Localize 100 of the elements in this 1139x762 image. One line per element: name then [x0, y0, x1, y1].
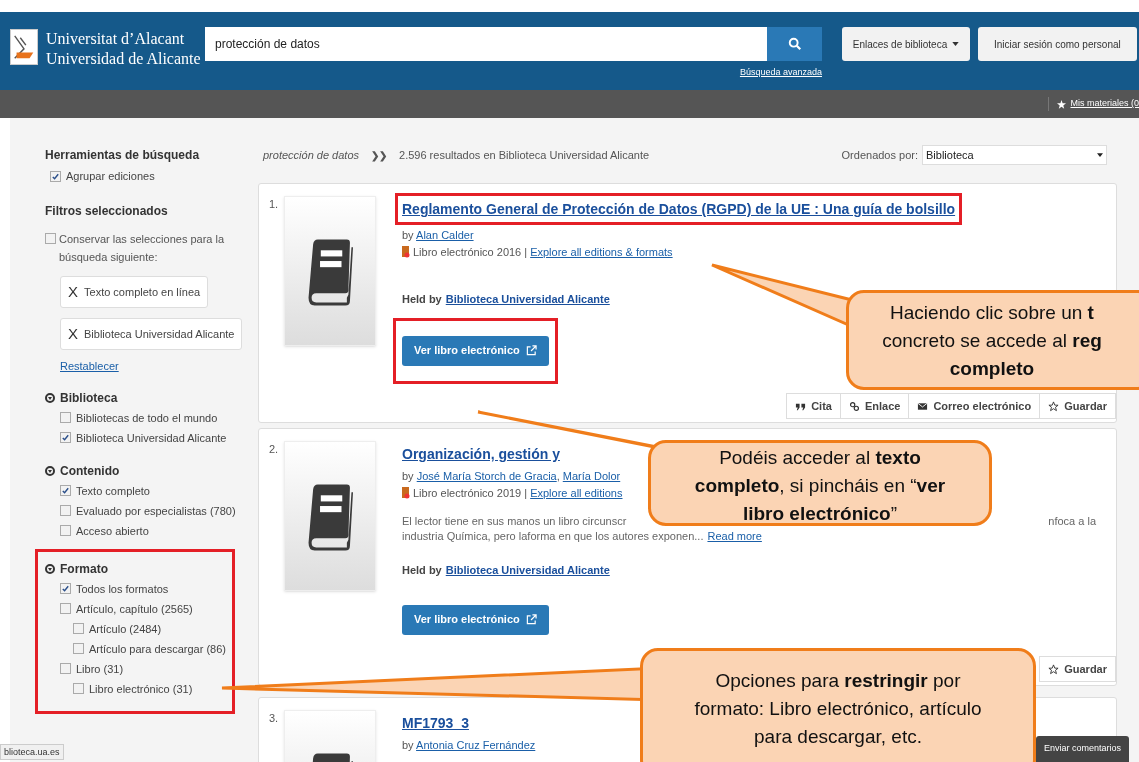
- result-number: 1.: [268, 197, 280, 212]
- checkbox-label: Texto completo: [76, 483, 150, 499]
- checkbox[interactable]: [60, 432, 71, 443]
- external-link-icon: [525, 614, 537, 625]
- my-materials-link[interactable]: Mis materiales (0: [1048, 97, 1139, 111]
- caret-icon: [952, 42, 960, 46]
- checkbox-label: Artículo para descargar (86): [89, 641, 226, 657]
- author-link[interactable]: José María Storch de Gracia: [416, 470, 557, 482]
- checkbox-label: Todos los formatos: [76, 581, 169, 597]
- status-url: blioteca.ua.es: [0, 744, 64, 760]
- facet-heading: Biblioteca: [60, 389, 118, 407]
- checkbox[interactable]: [73, 623, 84, 634]
- checkbox[interactable]: [60, 525, 71, 536]
- login-button[interactable]: Iniciar sesión como personal: [978, 27, 1137, 61]
- library-links-dropdown[interactable]: Enlaces de biblioteca: [842, 27, 970, 61]
- checkbox[interactable]: [73, 683, 84, 694]
- editions-link[interactable]: Explore all editions: [530, 484, 623, 502]
- by-label: by: [402, 739, 414, 751]
- checkbox[interactable]: [60, 603, 71, 614]
- view-ebook-button[interactable]: Ver libro electrónico: [402, 604, 549, 635]
- logo-text: Universidad de Alicante: [46, 49, 201, 69]
- result-title-link[interactable]: Organización, gestión y: [402, 446, 560, 462]
- checkbox[interactable]: [60, 663, 71, 674]
- collapse-icon[interactable]: [45, 563, 55, 574]
- star-icon: [1048, 663, 1060, 675]
- star-icon: [1057, 99, 1067, 109]
- checkbox-label: Libro (31): [76, 661, 124, 677]
- star-icon: [1048, 400, 1060, 412]
- search-button[interactable]: [767, 27, 822, 61]
- checkbox[interactable]: [60, 505, 71, 516]
- envelope-icon: [917, 400, 929, 412]
- checkbox-label: Libro electrónico (31): [89, 681, 193, 697]
- checkbox[interactable]: [45, 233, 56, 244]
- action-button[interactable]: Cita: [786, 393, 841, 419]
- view-ebook-button[interactable]: Ver libro electrónico: [402, 335, 549, 366]
- facet-heading: Contenido: [60, 462, 120, 480]
- checkbox[interactable]: [73, 643, 84, 654]
- sort-dropdown[interactable]: Biblioteca: [922, 145, 1107, 165]
- logo-text: Universitat d’Alacant: [46, 29, 186, 49]
- library-link[interactable]: Biblioteca Universidad Alicante: [445, 291, 610, 308]
- filter-chip[interactable]: X Texto completo en línea: [60, 276, 209, 308]
- checkbox-label: Artículo, capítulo (2565): [76, 601, 193, 617]
- author-link[interactable]: Alan Calder: [416, 229, 474, 241]
- description-text: El lector tiene en sus manos un libro circunscr: [402, 514, 627, 529]
- advanced-search-link[interactable]: Búsqueda avanzada: [739, 66, 822, 80]
- search-field[interactable]: protección de datos: [205, 27, 767, 61]
- result-number: 2.: [268, 442, 280, 457]
- checkbox-label: Artículo (2484): [89, 621, 162, 637]
- checkbox-label: Evaluado por especialistas (780): [76, 503, 236, 519]
- checkbox[interactable]: [60, 583, 71, 594]
- checkbox[interactable]: [60, 412, 71, 423]
- by-label: by: [402, 229, 414, 241]
- section-heading: Filtros seleccionados: [45, 203, 169, 220]
- format-text: Libro electrónico 2019 |: [413, 486, 528, 501]
- link-icon: [848, 400, 860, 412]
- description-text: nfoca a la: [1048, 514, 1096, 529]
- description-text: industria Química, pero laforma en que los autores exponen...: [402, 529, 704, 544]
- author-link[interactable]: Antonia Cruz Fernández: [416, 739, 536, 751]
- read-more-link[interactable]: Read more: [707, 529, 762, 544]
- author-link[interactable]: María Dolor: [562, 470, 621, 482]
- action-button[interactable]: Guardar: [1039, 393, 1116, 419]
- section-heading: Herramientas de búsqueda: [45, 147, 201, 164]
- collapse-icon[interactable]: [45, 392, 55, 403]
- external-link-icon: [525, 345, 537, 356]
- collapse-icon[interactable]: [45, 465, 55, 476]
- checkbox-label: Acceso abierto: [76, 523, 149, 539]
- university-logo-icon: [10, 29, 38, 65]
- callout-note: Opciones para restringir por formato: Libro electrónico, artículo para descargar, etc.: [640, 648, 1036, 762]
- result-count: 2.596 resultados en Biblioteca Universidad Alicante: [399, 147, 650, 163]
- search-query: protección de datos: [263, 147, 359, 163]
- ebook-icon: [402, 487, 410, 499]
- search-icon: [787, 37, 802, 51]
- feedback-button[interactable]: Enviar comentarios: [1035, 736, 1129, 762]
- format-text: Libro electrónico 2016 |: [413, 245, 528, 260]
- checkbox[interactable]: [50, 170, 61, 182]
- author-separator: ,: [556, 470, 560, 482]
- checkbox-label: Biblioteca Universidad Alicante: [76, 430, 227, 446]
- checkbox-label: Bibliotecas de todo el mundo: [76, 410, 218, 426]
- ebook-icon: [402, 246, 410, 258]
- filter-chip[interactable]: X Biblioteca Universidad Alicante: [60, 318, 243, 350]
- held-by-label: Held by: [402, 292, 442, 307]
- sort-label: Ordenados por:: [841, 147, 918, 163]
- action-button[interactable]: Guardar: [1039, 656, 1116, 682]
- callout-note: Haciendo clic sobre un t concreto se accede al reg completo: [846, 290, 1139, 390]
- result-title-link[interactable]: MF1793_3: [402, 715, 469, 731]
- reset-link[interactable]: Restablecer: [60, 358, 258, 375]
- breadcrumb-separator: ❯❯: [371, 148, 387, 163]
- held-by-label: Held by: [402, 563, 442, 578]
- library-link[interactable]: Biblioteca Universidad Alicante: [445, 562, 610, 579]
- result-title-link[interactable]: Reglamento General de Protección de Datos (RGPD) de la UE : Una guía de bolsillo: [402, 201, 956, 217]
- result-number: 3.: [268, 711, 280, 726]
- caret-icon: [1097, 153, 1103, 157]
- checkbox[interactable]: [60, 485, 71, 496]
- action-button[interactable]: Correo electrónico: [908, 393, 1041, 419]
- remove-icon: X: [68, 280, 78, 304]
- remove-icon: X: [68, 322, 78, 346]
- action-button[interactable]: Enlace: [839, 393, 910, 419]
- editions-link[interactable]: Explore all editions & formats: [530, 243, 673, 261]
- checkbox-label: Conservar las selecciones para la búsqueda siguiente:: [59, 232, 226, 265]
- by-label: by: [402, 470, 414, 482]
